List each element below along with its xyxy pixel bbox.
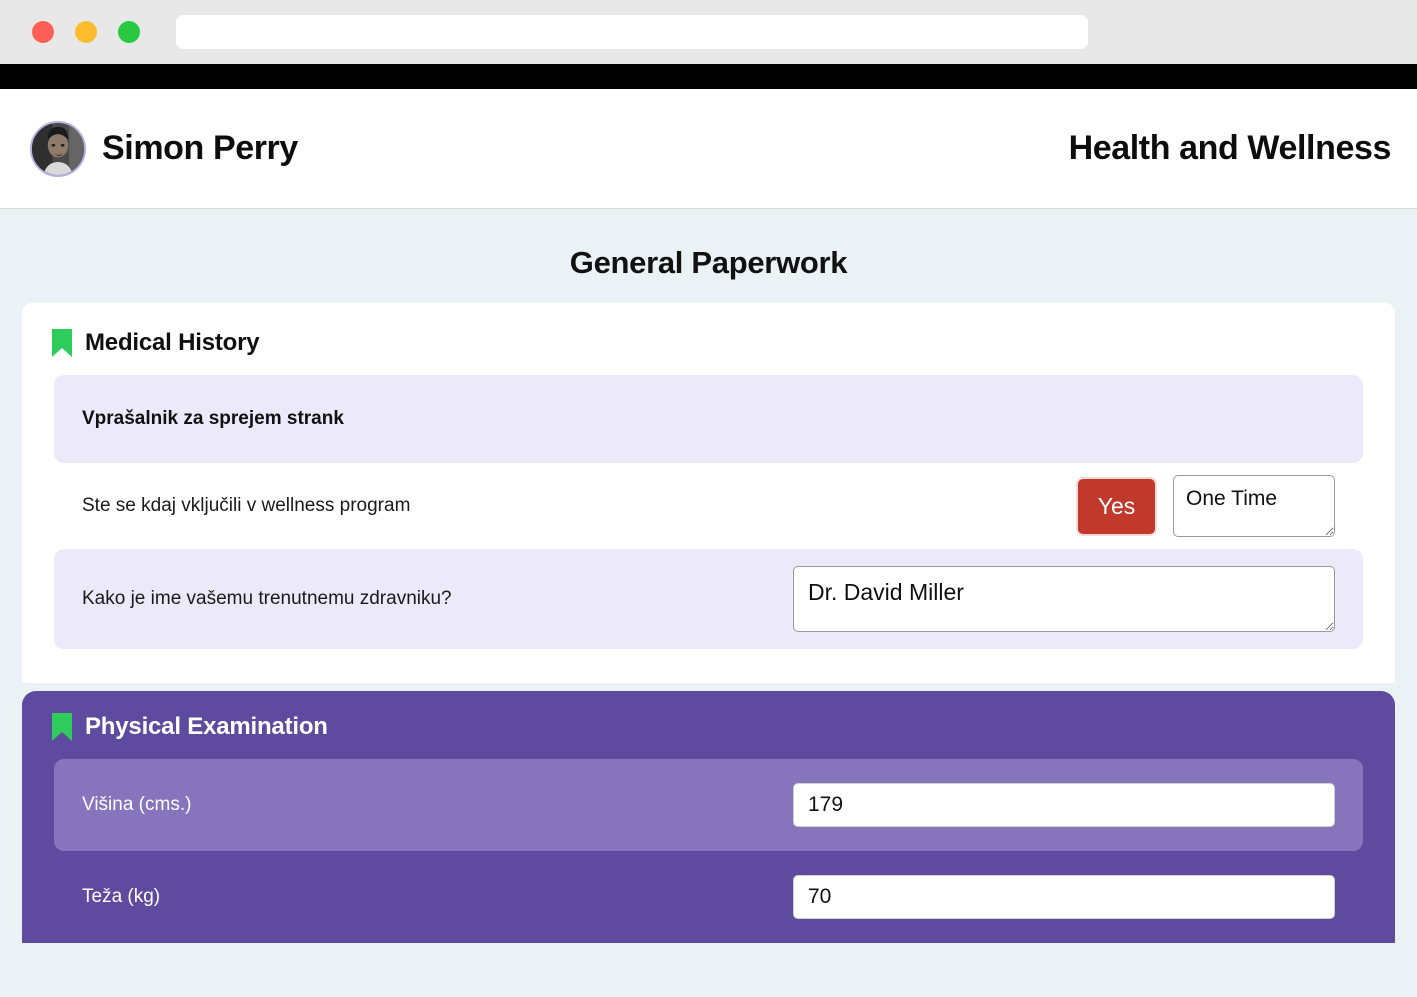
bookmark-icon	[52, 713, 72, 741]
page-title: General Paperwork	[569, 245, 848, 280]
browser-chrome	[0, 0, 1417, 64]
section-header-physical-examination: Physical Examination	[22, 713, 1395, 741]
form-row-label: Ste se kdaj vključili v wellness program	[82, 495, 411, 516]
maximize-window-button[interactable]	[118, 21, 140, 43]
wellness-detail-textarea[interactable]	[1173, 475, 1335, 537]
form-row-label: Višina (cms.)	[82, 794, 192, 815]
form-row-controls	[793, 566, 1335, 632]
form-row-wellness-program: Ste se kdaj vključili v wellness program…	[54, 463, 1363, 549]
minimize-window-button[interactable]	[75, 21, 97, 43]
avatar[interactable]	[30, 120, 86, 177]
url-input[interactable]	[176, 15, 1088, 49]
form-row-controls: Yes	[1078, 475, 1335, 537]
form-row-controls	[793, 875, 1335, 919]
chrome-black-strip	[0, 64, 1417, 89]
close-window-button[interactable]	[32, 21, 54, 43]
questionnaire-banner: Vprašalnik za sprejem strank	[54, 375, 1363, 463]
doctor-name-textarea[interactable]	[793, 566, 1335, 632]
section-medical-history: Medical History Vprašalnik za sprejem st…	[22, 303, 1395, 683]
app-title: Health and Wellness	[1068, 129, 1392, 167]
weight-input[interactable]	[793, 875, 1335, 919]
form-row-height: Višina (cms.)	[54, 759, 1363, 851]
form-row-weight: Teža (kg)	[54, 851, 1363, 943]
user-name: Simon Perry	[102, 129, 298, 167]
form-row-doctor-name: Kako je ime vašemu trenutnemu zdravniku?	[54, 549, 1363, 649]
page-body: General Paperwork Medical History Vpraša…	[0, 209, 1417, 997]
traffic-lights	[32, 21, 140, 43]
section-title: Medical History	[85, 329, 260, 356]
yes-button[interactable]: Yes	[1078, 478, 1155, 534]
section-header-medical-history: Medical History	[22, 329, 1395, 357]
user-block[interactable]: Simon Perry	[30, 120, 298, 177]
form-row-controls	[793, 783, 1335, 827]
section-title: Physical Examination	[85, 713, 328, 740]
height-input[interactable]	[793, 783, 1335, 827]
bookmark-icon	[52, 329, 72, 357]
form-row-label: Teža (kg)	[82, 886, 161, 907]
app-header: Simon Perry Health and Wellness	[0, 89, 1417, 209]
questionnaire-banner-label: Vprašalnik za sprejem strank	[82, 408, 344, 429]
section-physical-examination: Physical Examination Višina (cms.) Teža …	[22, 691, 1395, 943]
form-row-label: Kako je ime vašemu trenutnemu zdravniku?	[82, 588, 452, 609]
